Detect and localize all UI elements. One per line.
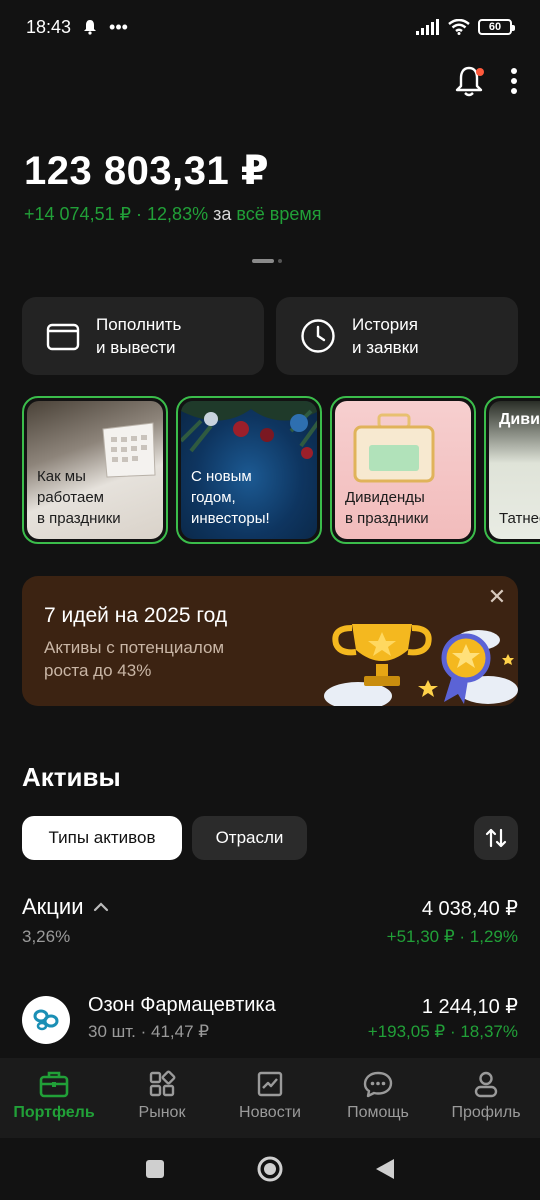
header-actions: [454, 64, 518, 98]
notifications-button[interactable]: [454, 64, 484, 98]
history-orders-label: История и заявки: [352, 315, 419, 357]
stocks-group-header[interactable]: Акции: [22, 894, 109, 920]
story-image: Диви Татнеф: [489, 401, 540, 539]
story-card-new-year[interactable]: С новым годом, инвесторы!: [176, 396, 322, 544]
history-orders-button[interactable]: История и заявки: [276, 297, 518, 375]
bottom-navigation: Портфель Рынок Новости Помощь Профиль: [0, 1058, 540, 1138]
promo-title: 7 идей на 2025 год: [44, 604, 228, 627]
signal-icon: [416, 19, 439, 35]
nav-help[interactable]: Помощь: [324, 1058, 432, 1138]
briefcase-illustration-icon: [353, 413, 435, 483]
stories-carousel[interactable]: Как мы работаем в праздники С новым годо…: [22, 396, 540, 544]
back-icon[interactable]: [374, 1157, 396, 1181]
nav-profile[interactable]: Профиль: [432, 1058, 540, 1138]
page-indicator-dot: [278, 259, 282, 263]
status-right: 60: [416, 19, 515, 35]
nav-news[interactable]: Новости: [216, 1058, 324, 1138]
story-header: Диви: [499, 411, 540, 428]
story-card-tatneft[interactable]: Диви Татнеф: [484, 396, 540, 544]
briefcase-icon: [39, 1071, 69, 1098]
deposit-withdraw-label: Пополнить и вывести: [96, 315, 182, 357]
asset-name: Озон Фармацевтика: [88, 994, 276, 1016]
filter-asset-types[interactable]: Типы активов: [22, 816, 182, 860]
page-indicator: [252, 259, 282, 263]
story-text: Дивиденды в праздники: [345, 489, 429, 527]
nav-market[interactable]: Рынок: [108, 1058, 216, 1138]
stocks-group-change: +51,30 ₽ · 1,29%: [386, 927, 518, 946]
promo-banner[interactable]: 7 идей на 2025 год Активы с потенциалом …: [22, 576, 518, 706]
wifi-icon: [448, 19, 470, 35]
nav-market-label: Рынок: [138, 1104, 186, 1121]
promo-subtitle: Активы с потенциалом роста до 43%: [44, 638, 225, 680]
market-grid-icon: [149, 1070, 176, 1097]
portfolio-balance: 123 803,31 ₽: [24, 149, 270, 193]
story-image: Дивиденды в праздники: [335, 401, 471, 539]
filter-industries[interactable]: Отрасли: [192, 816, 307, 860]
story-card-holidays[interactable]: Как мы работаем в праздники: [22, 396, 168, 544]
home-icon[interactable]: [256, 1155, 284, 1183]
sort-arrows-icon: [485, 828, 507, 848]
system-navigation: [0, 1138, 540, 1200]
status-dots: •••: [109, 16, 128, 37]
recent-apps-icon[interactable]: [144, 1158, 166, 1180]
change-period[interactable]: всё время: [236, 204, 321, 224]
stocks-group-title: Акции: [22, 894, 84, 919]
status-left: 18:43 •••: [26, 17, 128, 38]
ozon-pharm-logo-icon: [22, 996, 70, 1044]
story-card-dividends[interactable]: Дивиденды в праздники: [330, 396, 476, 544]
change-value: +14 074,51 ₽ · 12,83%: [24, 204, 209, 224]
sort-button[interactable]: [474, 816, 518, 860]
deposit-withdraw-button[interactable]: Пополнить и вывести: [22, 297, 264, 375]
stocks-group-share: 3,26%: [22, 927, 71, 946]
story-text: Как мы работаем в праздники: [37, 468, 121, 527]
battery-level: 60: [488, 21, 502, 33]
nav-portfolio-label: Портфель: [13, 1104, 95, 1121]
news-chart-icon: [257, 1071, 283, 1097]
battery-icon: 60: [478, 19, 515, 35]
profile-icon: [474, 1071, 498, 1098]
asset-value: 1 244,10 ₽: [421, 996, 518, 1018]
close-icon[interactable]: ✕: [486, 586, 508, 608]
nav-news-label: Новости: [239, 1104, 301, 1121]
stocks-group-value: 4 038,40 ₽: [421, 898, 518, 920]
clock-icon: [301, 319, 335, 353]
status-time: 18:43: [26, 16, 72, 37]
more-vertical-icon[interactable]: [510, 68, 518, 94]
nav-profile-label: Профиль: [451, 1104, 521, 1121]
story-text: С новым годом, инвесторы!: [191, 468, 270, 527]
story-image: Как мы работаем в праздники: [27, 401, 163, 539]
portfolio-change[interactable]: +14 074,51 ₽ · 12,83% за всё время: [24, 204, 321, 225]
story-text: Татнеф: [499, 510, 540, 527]
nav-portfolio[interactable]: Портфель: [0, 1058, 108, 1138]
nav-help-label: Помощь: [347, 1104, 409, 1121]
status-bar: 18:43 ••• 60: [0, 0, 540, 54]
wallet-icon: [46, 323, 80, 351]
asset-quantity: 30 шт. · 41,47 ₽: [88, 1022, 210, 1041]
assets-title: Активы: [22, 762, 121, 792]
trophy-illustration-icon: [324, 624, 518, 706]
notification-dot: [476, 68, 484, 76]
change-word: за: [213, 204, 232, 224]
asset-change: +193,05 ₽ · 18,37%: [367, 1022, 518, 1041]
chat-help-icon: [363, 1071, 393, 1098]
story-image: С новым годом, инвесторы!: [181, 401, 317, 539]
notification-bell-icon: [84, 20, 97, 35]
page-indicator-active: [252, 259, 274, 263]
chevron-up-icon: [94, 902, 109, 912]
